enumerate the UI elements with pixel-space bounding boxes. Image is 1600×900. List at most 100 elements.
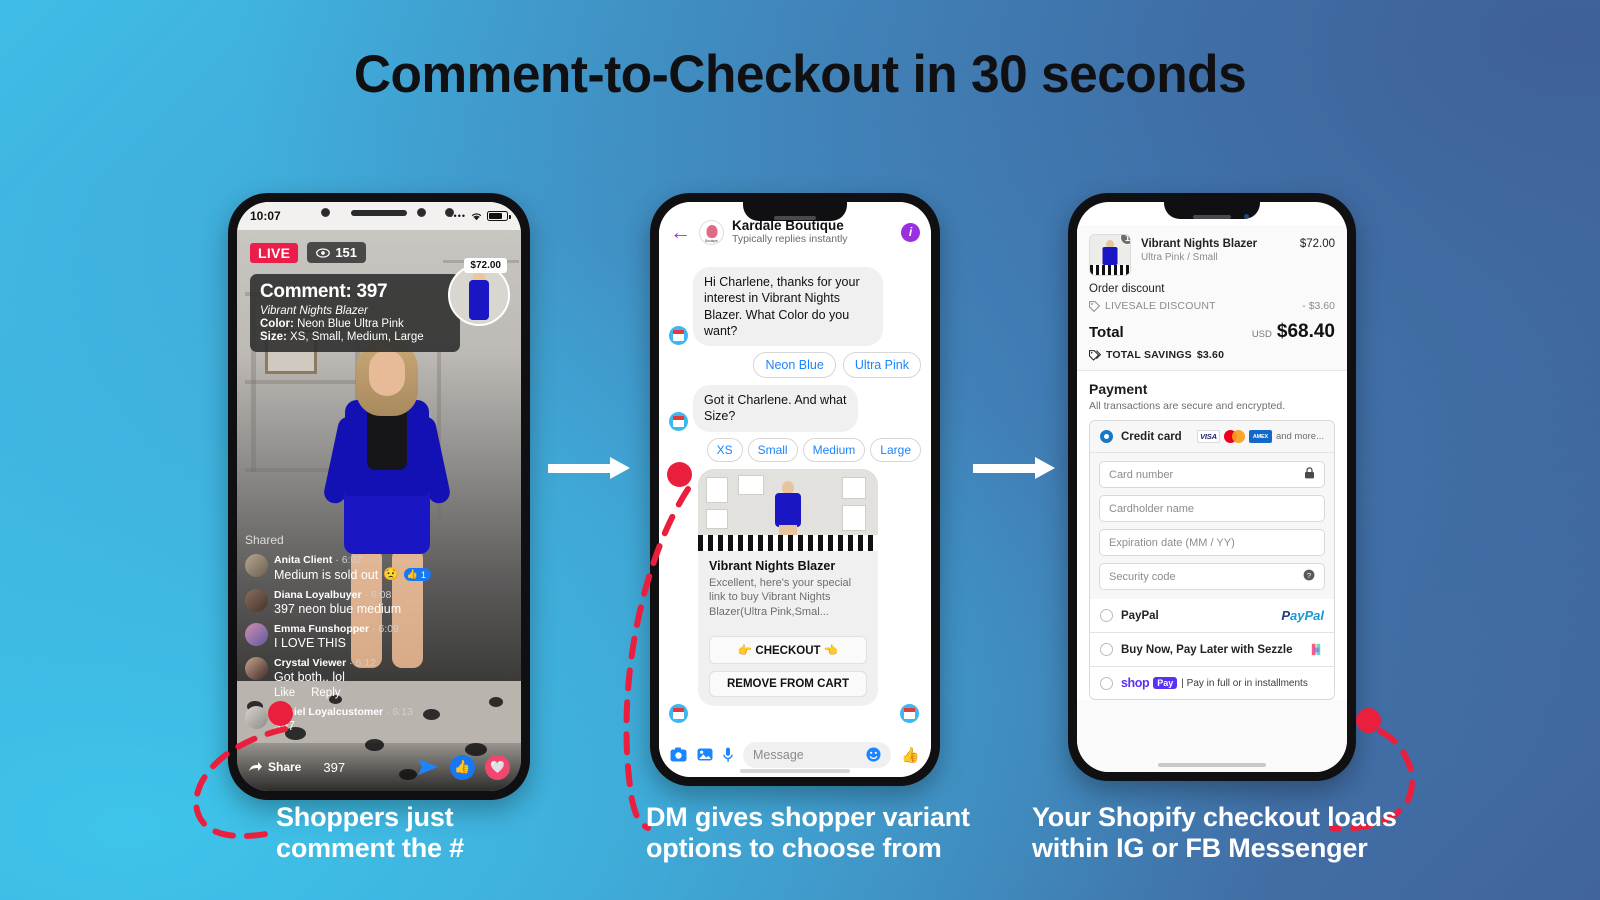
quick-reply-neon-blue[interactable]: Neon Blue (753, 352, 836, 378)
send-icon[interactable] (416, 757, 440, 777)
quick-reply-ultra-pink[interactable]: Ultra Pink (842, 352, 921, 378)
list-item[interactable]: Crystal Viewer · 6:12 Got both.. lol (245, 657, 445, 684)
comment-color-label: Color: (260, 317, 294, 330)
shared-label: Shared (245, 533, 284, 547)
list-item[interactable]: Anita Client · 6:07 Medium is sold out 😟… (245, 554, 445, 582)
savings-row: TOTAL SAVINGS $3.60 (1089, 349, 1335, 361)
comment-meta: Crystal Viewer · 6:12 (274, 657, 376, 669)
eye-icon (316, 247, 331, 258)
message-input[interactable]: Message (743, 741, 892, 768)
avatar (245, 706, 268, 729)
radio-sezzle[interactable] (1100, 643, 1113, 656)
help-icon[interactable]: ? (1303, 569, 1315, 584)
bot-avatar-secondary (900, 704, 919, 724)
cardholder-name-field[interactable]: Cardholder name (1099, 495, 1325, 522)
payment-method-paypal[interactable]: PayPal PayPal (1090, 599, 1334, 633)
message-row: Got it Charlene. And what Size? (669, 385, 921, 432)
comment-text-row: I LOVE THIS (274, 636, 399, 650)
paypal-icon: PayPal (1281, 608, 1324, 623)
image-icon[interactable] (697, 747, 713, 762)
shop-pay-logo: shop Pay | Pay in full or in installment… (1121, 676, 1308, 690)
avatar[interactable]: Boutique (699, 219, 724, 245)
and-more-label: and more... (1275, 431, 1324, 442)
product-thumbnail-bubble[interactable] (448, 264, 510, 326)
size-quick-replies[interactable]: XS Small Medium Large (669, 437, 921, 462)
front-camera-icon (1244, 214, 1249, 219)
info-icon[interactable]: i (901, 222, 920, 242)
thumbs-up-icon[interactable]: 👍 (450, 754, 475, 780)
camera-icon[interactable] (670, 747, 687, 762)
comment-size-label: Size: (260, 330, 287, 343)
home-indicator (740, 769, 850, 773)
list-item[interactable]: Diana Loyalbuyer · 6:08 397 neon blue me… (245, 589, 445, 616)
comment-input[interactable]: 397 (311, 760, 406, 775)
comment-size-value: XS, Small, Medium, Large (290, 330, 424, 343)
product-card-description: Excellent, here's your special link to b… (709, 576, 852, 618)
savings-value: $3.60 (1196, 349, 1225, 361)
microphone-icon[interactable] (723, 747, 733, 763)
payment-methods[interactable]: Credit card VISA AMEX and more... Card n… (1089, 420, 1335, 700)
heart-icon[interactable]: 🤍 (485, 754, 510, 780)
payment-method-label: PayPal (1121, 609, 1159, 622)
card-number-field[interactable]: Card number (1099, 461, 1325, 488)
comment-text-row: Got both.. lol (274, 670, 376, 684)
payment-method-shop-pay[interactable]: shop Pay | Pay in full or in installment… (1090, 667, 1334, 699)
quick-reply-medium[interactable]: Medium (802, 437, 866, 462)
radio-shop-pay[interactable] (1100, 676, 1113, 690)
bot-message-bubble: Got it Charlene. And what Size? (693, 385, 858, 432)
message-thread[interactable]: Hi Charlene, thanks for your interest in… (659, 262, 931, 731)
list-item[interactable]: Emma Funshopper · 6:09 I LOVE THIS (245, 623, 445, 650)
quick-reply-large[interactable]: Large (870, 437, 921, 462)
product-price-tag: $72.00 (464, 258, 507, 273)
visa-icon: VISA (1196, 430, 1220, 443)
payment-method-credit-card[interactable]: Credit card VISA AMEX and more... (1090, 421, 1334, 453)
arrow-step-1-to-2 (548, 457, 630, 479)
share-button[interactable]: Share (248, 760, 301, 774)
phone-checkout: 1 Vibrant Nights Blazer Ultra Pink / Sma… (1068, 193, 1356, 781)
remove-from-cart-button[interactable]: REMOVE FROM CART (709, 671, 867, 698)
radio-credit-card[interactable] (1100, 430, 1113, 443)
comment-time: 6:09 (378, 623, 399, 635)
comment-instruction-card: Comment: 397 Vibrant Nights Blazer Color… (250, 274, 460, 352)
status-time: 10:07 (250, 209, 281, 223)
quick-reply-xs[interactable]: XS (706, 437, 743, 462)
status-bar: 10:07 •••• (237, 202, 521, 230)
discount-value: - $3.60 (1302, 300, 1335, 312)
reaction-badge[interactable]: 👍 1 (403, 568, 432, 581)
order-summary: 1 Vibrant Nights Blazer Ultra Pink / Sma… (1077, 225, 1347, 371)
reply-button[interactable]: Reply (311, 687, 340, 699)
bot-avatar (669, 704, 688, 724)
viewer-count-badge: 151 (307, 242, 367, 263)
earpiece-speaker (774, 216, 816, 220)
expiration-date-field[interactable]: Expiration date (MM / YY) (1099, 529, 1325, 556)
annotation-dot-2 (667, 462, 692, 487)
caption-1-line-1: Shoppers just (276, 802, 454, 832)
security-code-field[interactable]: Security code ? (1099, 563, 1325, 590)
cardholder-name-placeholder: Cardholder name (1109, 502, 1194, 515)
product-card[interactable]: Vibrant Nights Blazer Excellent, here's … (698, 468, 878, 707)
payment-method-sezzle[interactable]: Buy Now, Pay Later with Sezzle (1090, 633, 1334, 667)
comment-time: 6:13 (392, 706, 413, 718)
bot-message-bubble: Hi Charlene, thanks for your interest in… (693, 267, 883, 346)
discount-row: LIVESALE DISCOUNT - $3.60 (1089, 300, 1335, 312)
like-button[interactable]: Like (274, 687, 295, 699)
checkout-button[interactable]: 👉 CHECKOUT 👈 (709, 636, 867, 665)
caption-1-line-2: comment the # (276, 832, 464, 863)
comment-meta: Daniel Loyalcustomer · 6:13 (274, 706, 413, 718)
caption-2: DM gives shopper variant options to choo… (646, 802, 970, 864)
color-quick-replies[interactable]: Neon Blue Ultra Pink (669, 352, 921, 378)
comment-text-row: Medium is sold out 😟 👍 1 (274, 567, 432, 582)
earpiece-speaker (351, 210, 407, 216)
thumbs-up-icon[interactable]: 👍 (901, 746, 920, 764)
share-icon (249, 761, 262, 771)
emoji-icon[interactable] (866, 747, 881, 762)
card-fields[interactable]: Card number Cardholder name Expiration d… (1090, 453, 1334, 599)
back-arrow-icon[interactable]: ← (670, 222, 691, 243)
live-bottom-bar[interactable]: Share 397 👍 🤍 (237, 743, 521, 791)
order-discount-row: Order discount (1089, 283, 1335, 295)
security-code-placeholder: Security code (1109, 570, 1176, 583)
caption-3-line-2: within IG or FB Messenger (1032, 832, 1368, 863)
quick-reply-small[interactable]: Small (747, 437, 798, 462)
like-reply-row[interactable]: Like Reply (274, 687, 445, 699)
radio-paypal[interactable] (1100, 609, 1113, 622)
